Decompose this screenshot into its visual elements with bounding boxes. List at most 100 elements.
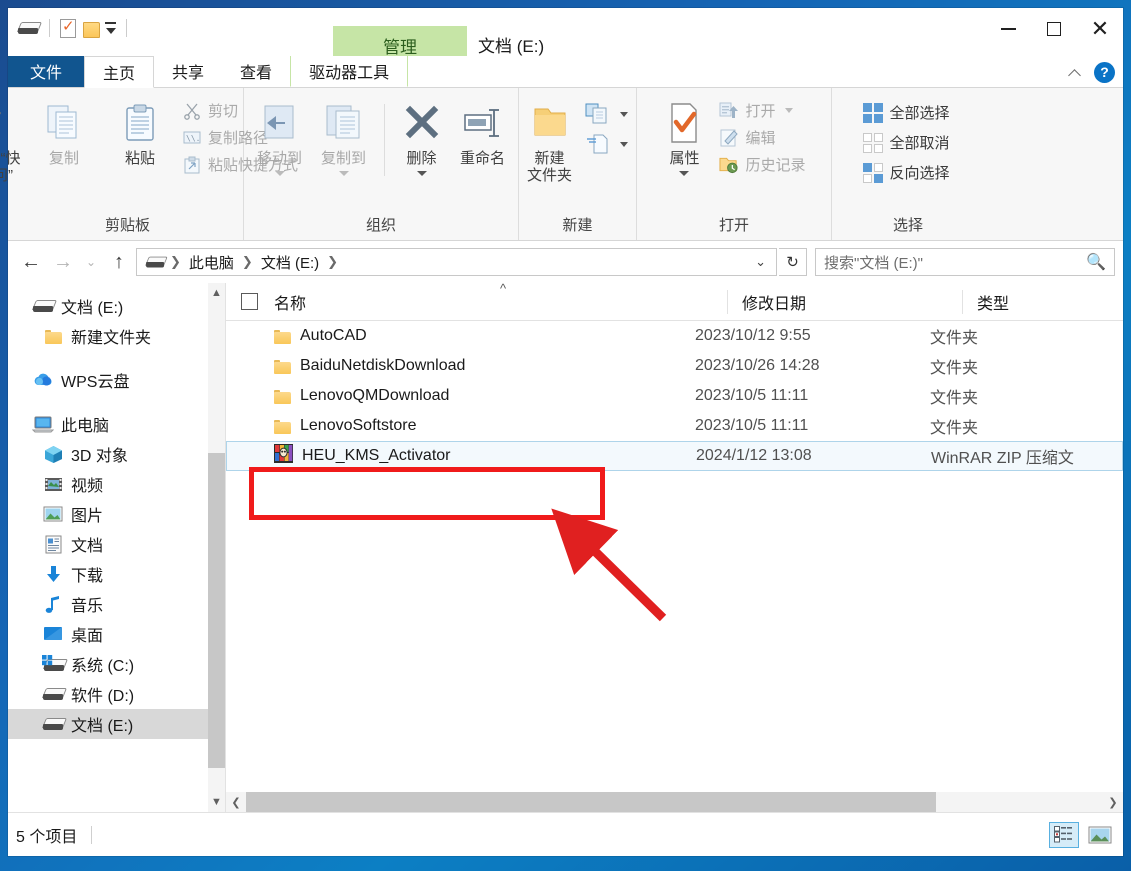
- move-to-caret-icon[interactable]: [274, 171, 285, 177]
- large-icons-view-button[interactable]: [1085, 822, 1115, 848]
- details-view-button[interactable]: [1049, 821, 1079, 848]
- copy-to-button[interactable]: 复制到: [312, 94, 376, 177]
- ribbon-group-organize: 移动到 复制到 删除 重命名 组织: [244, 88, 519, 240]
- forward-button[interactable]: →: [48, 247, 78, 277]
- tab-home[interactable]: 主页: [84, 56, 155, 88]
- help-icon[interactable]: ?: [1094, 61, 1115, 83]
- drive-icon: [42, 687, 64, 702]
- quick-access-toolbar: [8, 8, 136, 48]
- horizontal-scroll-thumb[interactable]: [246, 792, 936, 812]
- scroll-up-icon[interactable]: ▲: [208, 283, 225, 303]
- sidebar-scroll-track[interactable]: [208, 303, 225, 792]
- refresh-button[interactable]: ↻: [779, 248, 807, 276]
- column-header-name[interactable]: 名称 ^: [272, 281, 727, 314]
- tab-drive-tools[interactable]: 驱动器工具: [290, 56, 409, 87]
- group-label-open: 打开: [718, 217, 749, 234]
- sidebar-item-drive-c[interactable]: 系统 (C:): [32, 649, 225, 679]
- organize-divider: [383, 104, 385, 176]
- sidebar-scrollbar[interactable]: ▲ ▼: [208, 283, 225, 812]
- rename-button[interactable]: 重命名: [451, 94, 515, 167]
- sidebar-item-this-pc[interactable]: 此电脑: [32, 409, 225, 439]
- tab-share[interactable]: 共享: [154, 56, 222, 87]
- select-all-button[interactable]: 全部选择: [860, 100, 955, 125]
- breadcrumb-drive-e[interactable]: 文档 (E:): [257, 250, 323, 275]
- drive-icon[interactable]: [18, 21, 39, 36]
- paste-button[interactable]: 粘贴: [103, 94, 177, 167]
- select-none-icon: [863, 132, 884, 153]
- address-bar[interactable]: ❯ 此电脑 ❯ 文档 (E:) ❯ ⌄: [136, 248, 777, 276]
- sidebar-item-pictures[interactable]: 图片: [32, 499, 225, 529]
- recent-locations-button[interactable]: ⌄: [80, 247, 102, 277]
- ribbon-group-new: 新建 文件夹 新建: [519, 88, 637, 240]
- cloud-icon: [32, 372, 54, 388]
- new-folder-button[interactable]: 新建 文件夹: [522, 94, 578, 185]
- back-button[interactable]: ←: [16, 247, 46, 277]
- table-row[interactable]: BaiduNetdiskDownload 2023/10/26 14:28 文件…: [226, 351, 1123, 381]
- select-all-checkbox[interactable]: [226, 293, 272, 310]
- folder-icon: [274, 419, 291, 434]
- new-item-button[interactable]: [582, 102, 634, 126]
- sidebar-item-wps-cloud[interactable]: WPS云盘: [32, 365, 225, 395]
- sidebar-item-music[interactable]: 音乐: [32, 589, 225, 619]
- properties-icon[interactable]: [60, 17, 76, 38]
- sidebar-item-drive-e[interactable]: 文档 (E:): [8, 709, 225, 739]
- new-item-caret-icon[interactable]: [619, 111, 628, 117]
- sidebar-label: 软件 (D:): [71, 688, 135, 705]
- scroll-left-icon[interactable]: ❮: [226, 796, 246, 809]
- open-button[interactable]: 打开: [716, 98, 811, 123]
- scroll-down-icon[interactable]: ▼: [208, 792, 225, 812]
- open-caret-icon[interactable]: [784, 108, 793, 113]
- history-button[interactable]: 历史记录: [716, 152, 811, 177]
- tab-view[interactable]: 查看: [222, 56, 290, 87]
- copy-label: 复制: [48, 150, 79, 167]
- sidebar-item-documents[interactable]: 文档: [32, 529, 225, 559]
- properties-caret-icon[interactable]: [679, 171, 690, 177]
- sidebar-item-videos[interactable]: 视频: [32, 469, 225, 499]
- invert-selection-button[interactable]: 反向选择: [860, 160, 955, 185]
- sidebar-item-drive-d[interactable]: 软件 (D:): [32, 679, 225, 709]
- column-header-type[interactable]: 类型: [962, 289, 1123, 314]
- maximize-button[interactable]: [1031, 8, 1077, 50]
- column-header-date[interactable]: 修改日期: [727, 289, 962, 314]
- table-row[interactable]: HEU_KMS_Activator 2024/1/12 13:08 WinRAR…: [226, 441, 1123, 471]
- search-icon[interactable]: 🔍: [1086, 252, 1106, 272]
- sidebar-item-new-folder-quick[interactable]: 新建文件夹: [32, 321, 225, 351]
- move-to-button[interactable]: 移动到: [248, 94, 312, 177]
- new-folder-icon[interactable]: [83, 20, 100, 38]
- customize-caret-icon[interactable]: [105, 22, 116, 34]
- properties-button[interactable]: 属性: [656, 94, 712, 177]
- sidebar-scroll-thumb[interactable]: [208, 453, 225, 768]
- edit-label: 编辑: [745, 130, 776, 147]
- select-none-button[interactable]: 全部取消: [860, 130, 955, 155]
- easy-access-button[interactable]: [582, 132, 634, 156]
- table-row[interactable]: LenovoSoftstore 2023/10/5 11:11 文件夹: [226, 411, 1123, 441]
- sidebar-item-doc-e-quick[interactable]: 文档 (E:): [32, 291, 225, 321]
- edit-button[interactable]: 编辑: [716, 125, 811, 150]
- pin-to-quick-access-button[interactable]: 固定到“快速访问”: [0, 94, 25, 185]
- table-row[interactable]: AutoCAD 2023/10/12 9:55 文件夹: [226, 321, 1123, 351]
- horizontal-scroll-track[interactable]: [246, 792, 1103, 812]
- tab-file[interactable]: 文件: [8, 56, 85, 87]
- close-button[interactable]: ✕: [1077, 8, 1123, 50]
- chevron-up-icon[interactable]: [1069, 66, 1082, 79]
- easy-access-caret-icon[interactable]: [619, 141, 628, 147]
- delete-caret-icon[interactable]: [416, 171, 427, 177]
- table-row[interactable]: LenovoQMDownload 2023/10/5 11:11 文件夹: [226, 381, 1123, 411]
- horizontal-scrollbar[interactable]: ❮ ❯: [226, 792, 1123, 812]
- address-dropdown-icon[interactable]: ⌄: [749, 254, 772, 270]
- delete-button[interactable]: 删除: [393, 94, 451, 177]
- sidebar-item-desktop[interactable]: 桌面: [32, 619, 225, 649]
- breadcrumb-this-pc[interactable]: 此电脑: [185, 250, 238, 275]
- sidebar-item-3d-objects[interactable]: 3D 对象: [32, 439, 225, 469]
- up-button[interactable]: ↑: [104, 247, 134, 277]
- copy-to-caret-icon[interactable]: [338, 171, 349, 177]
- search-box[interactable]: 搜索"文档 (E:)" 🔍: [815, 248, 1115, 276]
- breadcrumb-separator-2[interactable]: ❯: [326, 254, 339, 270]
- copy-button[interactable]: 复制: [27, 94, 101, 167]
- group-label-organize: 组织: [365, 217, 396, 234]
- minimize-button[interactable]: [985, 8, 1031, 50]
- history-icon: [719, 155, 739, 175]
- sidebar-item-downloads[interactable]: 下载: [32, 559, 225, 589]
- scroll-right-icon[interactable]: ❯: [1103, 796, 1123, 809]
- file-list-pane: 名称 ^ 修改日期 类型 AutoCAD 2023/10/12 9:55 文件夹: [225, 281, 1123, 812]
